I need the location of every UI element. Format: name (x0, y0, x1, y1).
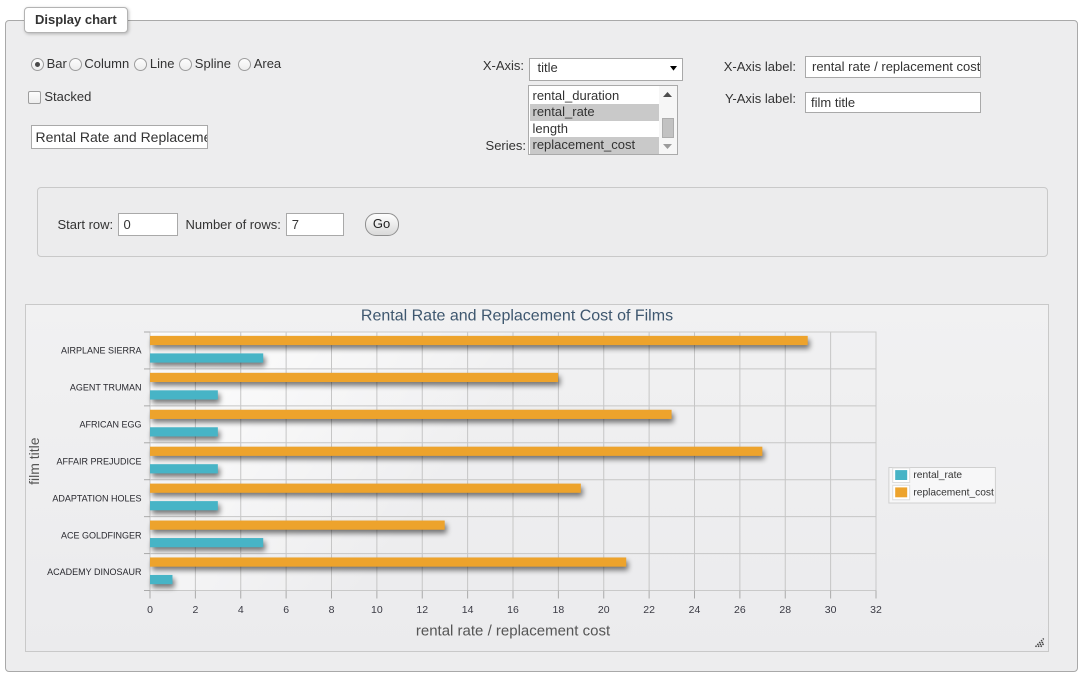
svg-text:replacement_cost: replacement_cost (913, 487, 994, 498)
svg-text:24: 24 (688, 604, 700, 616)
svg-text:4: 4 (237, 604, 243, 616)
svg-text:28: 28 (779, 604, 791, 616)
svg-text:AGENT TRUMAN: AGENT TRUMAN (69, 382, 141, 392)
svg-text:8: 8 (328, 604, 334, 616)
svg-text:22: 22 (643, 604, 655, 616)
svg-text:2: 2 (192, 604, 198, 616)
svg-text:10: 10 (371, 604, 383, 616)
svg-text:26: 26 (734, 604, 746, 616)
svg-text:12: 12 (416, 604, 428, 616)
svg-text:14: 14 (461, 604, 473, 616)
svg-text:AFRICAN EGG: AFRICAN EGG (79, 419, 141, 429)
svg-text:32: 32 (870, 604, 882, 616)
svg-text:ADAPTATION HOLES: ADAPTATION HOLES (52, 493, 141, 503)
svg-text:Rental Rate and Replacement Co: Rental Rate and Replacement Cost of Film… (360, 307, 672, 324)
svg-text:16: 16 (507, 604, 519, 616)
svg-text:ACE GOLDFINGER: ACE GOLDFINGER (60, 530, 141, 540)
svg-text:30: 30 (824, 604, 836, 616)
svg-text:AIRPLANE SIERRA: AIRPLANE SIERRA (60, 345, 141, 355)
svg-text:6: 6 (283, 604, 289, 616)
svg-text:ACADEMY DINOSAUR: ACADEMY DINOSAUR (47, 567, 142, 577)
svg-text:20: 20 (597, 604, 609, 616)
svg-text:film title: film title (26, 437, 42, 485)
svg-text:rental rate / replacement cost: rental rate / replacement cost (415, 622, 610, 639)
svg-text:0: 0 (147, 604, 153, 616)
svg-text:18: 18 (552, 604, 564, 616)
svg-text:rental_rate: rental_rate (913, 470, 962, 481)
svg-text:AFFAIR PREJUDICE: AFFAIR PREJUDICE (56, 456, 141, 466)
